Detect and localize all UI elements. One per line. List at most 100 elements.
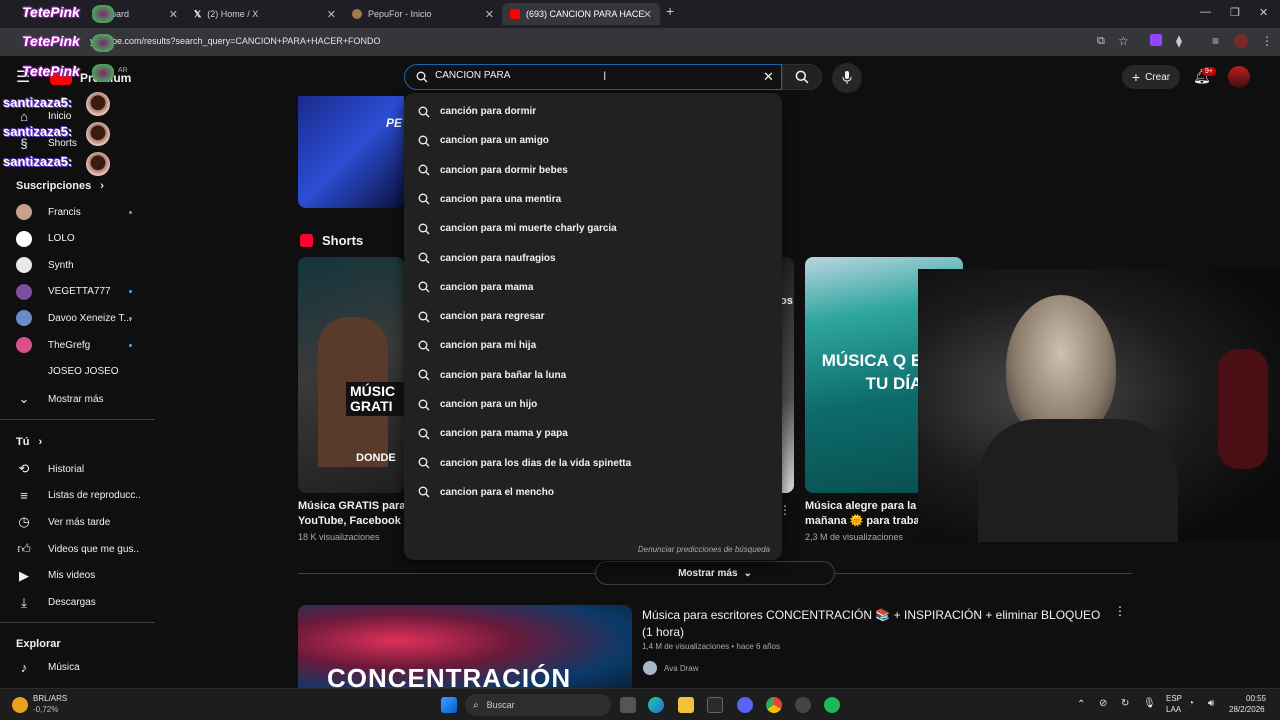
input-language-layout[interactable]: LAA (1166, 705, 1181, 714)
new-content-dot (129, 210, 132, 214)
bookmark-star-icon[interactable]: ☆ (1118, 34, 1129, 48)
search-suggestion[interactable]: cancion para regresar (404, 302, 782, 331)
search-suggestion[interactable]: cancion para una mentira (404, 185, 782, 214)
sidebar-subscription[interactable]: VEGETTA777 (0, 279, 155, 305)
browser-tab[interactable]: PepuFor - Inicio ✕ (344, 3, 502, 25)
chat-user-avatar (86, 152, 110, 176)
url-text[interactable]: youtube.com/results?search_query=CANCION… (90, 36, 380, 46)
sidebar-subscription[interactable]: Synth (0, 252, 155, 278)
file-explorer-icon[interactable] (678, 697, 694, 713)
tray-mic-icon[interactable]: 🎙︎ (1143, 698, 1156, 709)
browser-tab[interactable]: 𝕏 (2) Home / X ✕ (186, 3, 344, 25)
search-icon (418, 252, 430, 264)
sidebar-item-like[interactable]: 👍︎ Videos que me gus... (0, 536, 155, 562)
taskbar-search-placeholder: Buscar (486, 700, 515, 710)
edge-icon[interactable] (648, 697, 664, 713)
extensions-icon[interactable]: ⧫ (1176, 34, 1182, 48)
currency-widget-icon[interactable] (12, 697, 28, 713)
profile-avatar[interactable] (1234, 34, 1248, 48)
clock-time[interactable]: 00:55 (1246, 694, 1266, 703)
search-box[interactable]: I ✕ (404, 64, 782, 90)
tab-label: (693) CANCION PARA HACER F (526, 9, 644, 19)
search-suggestion[interactable]: cancion para mi hija (404, 331, 782, 360)
chevron-down-icon: ⌄ (743, 567, 752, 579)
search-input[interactable] (435, 70, 755, 81)
video-thumbnail[interactable]: CONCENTRACIÓN (298, 605, 632, 695)
more-options-icon[interactable]: ⋮ (1114, 604, 1126, 618)
search-suggestion[interactable]: cancion para dormir bebes (404, 156, 782, 185)
search-suggestion[interactable]: cancion para un amigo (404, 126, 782, 155)
divider (298, 573, 595, 574)
sidebar-subscription[interactable]: Davoo Xeneize T... (0, 305, 155, 331)
channel-avatar[interactable] (643, 661, 657, 675)
tray-network-icon[interactable]: ⊘ (1099, 698, 1107, 709)
store-icon[interactable] (707, 697, 723, 713)
twitch-extension-icon[interactable] (1150, 34, 1162, 46)
sidebar-subscription[interactable]: Francis (0, 199, 155, 225)
sidebar-subscription[interactable]: LOLO (0, 226, 155, 252)
close-tab-icon[interactable]: ✕ (643, 8, 652, 21)
show-more-button[interactable]: Mostrar más ⌄ (595, 561, 835, 585)
sidebar-item-my-videos[interactable]: ▶ Mis videos (0, 563, 155, 589)
clear-search-icon[interactable]: ✕ (763, 69, 774, 85)
playlists-icon: ≡ (20, 488, 28, 504)
obs-icon[interactable] (795, 697, 811, 713)
search-suggestion[interactable]: cancion para el mencho (404, 478, 782, 507)
report-predictions-link[interactable]: Denunciar predicciones de búsqueda (638, 545, 770, 554)
channel-name[interactable]: Ava Draw (664, 664, 699, 673)
search-suggestion[interactable]: cancion para un hijo (404, 390, 782, 419)
minimize-icon[interactable]: — (1200, 6, 1211, 18)
search-suggestion[interactable]: cancion para mama y papa (404, 419, 782, 448)
task-view-icon[interactable] (620, 697, 636, 713)
voice-search-button[interactable] (832, 63, 862, 93)
close-window-icon[interactable]: ✕ (1259, 6, 1268, 19)
taskbar-search[interactable]: ⌕ Buscar (465, 694, 611, 716)
download-icon: ⤓ (21, 594, 27, 610)
subscriptions-heading[interactable]: Suscripciones › (16, 180, 104, 192)
chrome-icon[interactable] (766, 697, 782, 713)
search-suggestion[interactable]: canción para dormir (404, 97, 782, 126)
account-avatar[interactable] (1228, 66, 1250, 88)
browser-tab-active[interactable]: (693) CANCION PARA HACER F ✕ (502, 3, 660, 25)
install-app-icon[interactable]: ⧉ (1097, 35, 1105, 48)
new-tab-icon[interactable]: + (666, 3, 674, 19)
sidebar-item-download[interactable]: ⤓ Descargas (0, 590, 155, 616)
spotify-icon[interactable] (824, 697, 840, 713)
input-language[interactable]: ESP (1166, 694, 1182, 703)
video-title[interactable]: Música para escritores CONCENTRACIÓN 📚 +… (642, 607, 1102, 641)
browser-menu-icon[interactable]: ⋮ (1261, 34, 1273, 48)
discord-icon[interactable] (737, 697, 753, 713)
short-thumbnail[interactable]: MÚSIC GRATI DONDE (298, 257, 404, 493)
search-icon (418, 486, 430, 498)
overlay-emote-icon (92, 64, 114, 82)
maximize-icon[interactable]: ❐ (1230, 6, 1240, 19)
search-suggestion[interactable]: cancion para los dias de la vida spinett… (404, 449, 782, 478)
sidebar-item-history[interactable]: ⟲ Historial (0, 456, 155, 482)
search-suggestion[interactable]: cancion para mama (404, 273, 782, 302)
clock-date[interactable]: 28/2/2026 (1229, 705, 1265, 714)
create-button[interactable]: + Crear (1122, 65, 1180, 89)
sidebar-subscription[interactable]: TheGrefg (0, 332, 155, 358)
search-suggestion[interactable]: cancion para bañar la luna (404, 361, 782, 390)
search-button[interactable] (782, 64, 822, 90)
sidebar-item-music[interactable]: ♪ Música (0, 654, 155, 680)
windows-start-icon[interactable] (441, 697, 457, 713)
new-content-dot (129, 343, 132, 347)
search-suggestion[interactable]: cancion para naufragios (404, 244, 782, 273)
tray-wifi-icon[interactable]: ◔ (1188, 698, 1194, 709)
video-thumbnail[interactable]: PE (298, 96, 404, 208)
close-tab-icon[interactable]: ✕ (327, 8, 336, 21)
sidebar-item-playlists[interactable]: ≡ Listas de reproducc... (0, 483, 155, 509)
sidebar-item-watch-later[interactable]: ◷ Ver más tarde (0, 509, 155, 535)
close-tab-icon[interactable]: ✕ (169, 8, 178, 21)
close-tab-icon[interactable]: ✕ (485, 8, 494, 21)
address-bar[interactable]: youtube.com/results?search_query=CANCION… (0, 28, 1280, 56)
tray-chevron-icon[interactable]: ⌃ (1077, 699, 1085, 710)
media-control-icon[interactable]: ≡ (1212, 34, 1219, 48)
you-heading[interactable]: Tú › (16, 436, 42, 448)
tray-refresh-icon[interactable]: ↻ (1121, 698, 1129, 709)
sidebar-subscription[interactable]: JOSEO JOSEO (0, 359, 155, 385)
search-suggestion[interactable]: cancion para mi muerte charly garcia (404, 214, 782, 243)
sidebar-show-more[interactable]: ⌄ Mostrar más (0, 386, 155, 412)
tray-volume-icon[interactable]: 🔊︎ (1208, 698, 1214, 709)
